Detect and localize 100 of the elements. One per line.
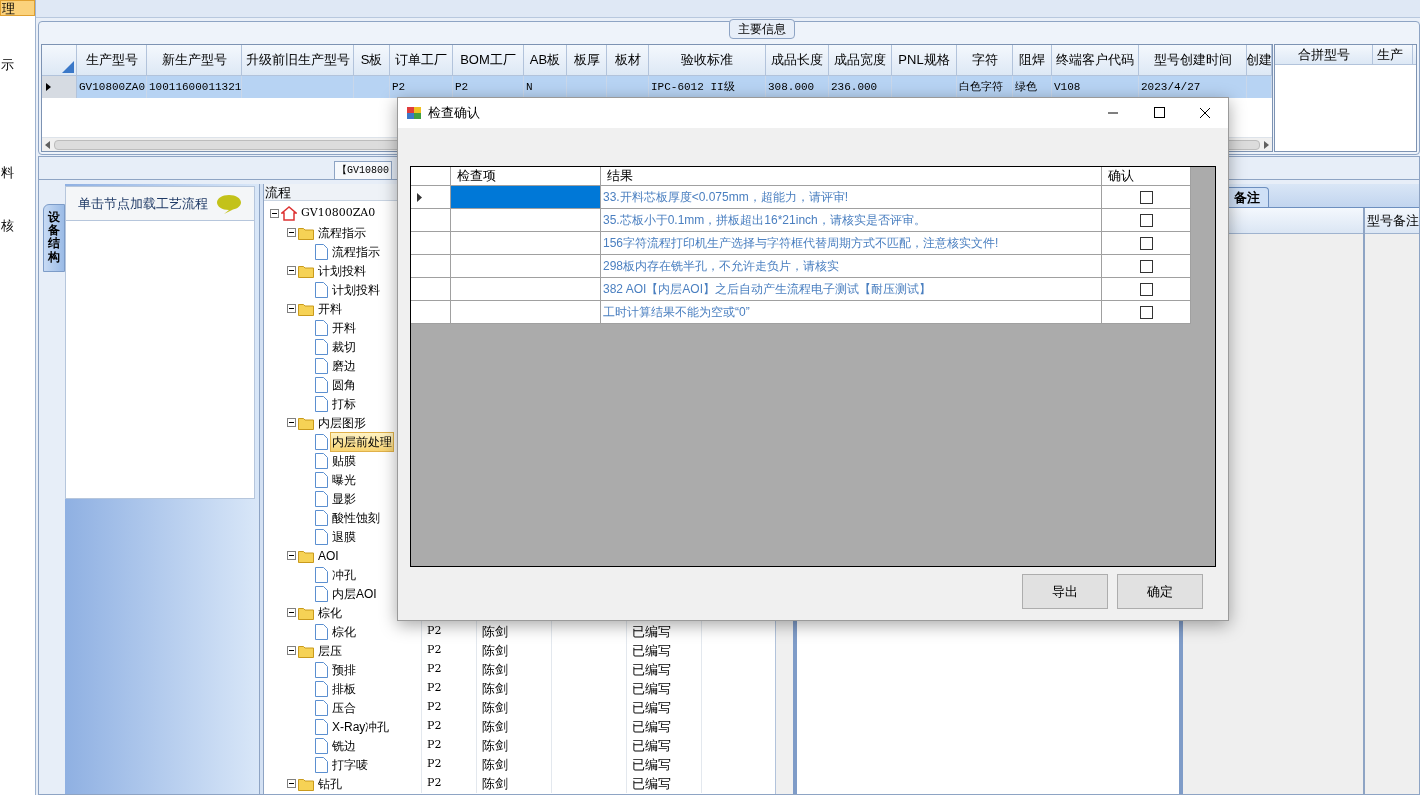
- tree-node[interactable]: 层压: [316, 640, 344, 661]
- tree-node[interactable]: 排板: [330, 678, 358, 699]
- column-header[interactable]: 阻焊: [1013, 45, 1052, 75]
- column-header[interactable]: 流程: [264, 184, 291, 200]
- nav-item[interactable]: 核: [0, 218, 35, 234]
- column-header[interactable]: 订单工厂: [390, 45, 453, 75]
- nav-item[interactable]: 料: [0, 165, 35, 181]
- column-header[interactable]: 合拼型号: [1275, 45, 1373, 64]
- tree-node[interactable]: 打字唛: [330, 754, 370, 775]
- tree-node[interactable]: 内层AOI: [330, 583, 379, 604]
- house-icon: [281, 206, 297, 221]
- document-icon: [315, 718, 328, 735]
- folder-icon: [298, 548, 314, 563]
- column-header[interactable]: 板材: [607, 45, 649, 75]
- column-header[interactable]: 终端客户代码: [1052, 45, 1139, 75]
- tree-node[interactable]: 计划投料: [330, 279, 382, 300]
- table-cell-text: N: [526, 79, 533, 95]
- collapse-icon[interactable]: [287, 779, 296, 788]
- column-header[interactable]: 生产型号: [77, 45, 147, 75]
- table-cell-text: 308.000: [768, 79, 815, 95]
- tree-node[interactable]: 开料: [330, 317, 358, 338]
- tree-node[interactable]: 流程指示: [316, 222, 368, 243]
- table-cell-text: IPC-6012 II级: [651, 79, 735, 95]
- checkbox[interactable]: [1139, 236, 1153, 250]
- column-header[interactable]: 生产: [1373, 45, 1413, 64]
- collapse-icon[interactable]: [287, 418, 296, 427]
- column-header[interactable]: 确认: [1102, 167, 1191, 185]
- document-icon: [315, 623, 328, 640]
- column-header[interactable]: 字符: [957, 45, 1013, 75]
- tree-node[interactable]: 显影: [330, 488, 358, 509]
- table-cell-text: 已编写: [632, 622, 671, 641]
- table-cell-text: 陈剑: [482, 641, 508, 660]
- tree-node[interactable]: 裁切: [330, 336, 358, 357]
- column-header[interactable]: 型号创建时间: [1139, 45, 1247, 75]
- checkbox[interactable]: [1139, 213, 1153, 227]
- nav-item[interactable]: 示: [0, 57, 35, 73]
- table-row[interactable]: GV10800ZA0 10011600011321 P2 P2 N IPC-6012 II级 308.000 236.000 白色字符 绿色 V108 2023/4/27: [42, 76, 1272, 98]
- table-cell-text: 陈剑: [482, 698, 508, 717]
- collapse-icon[interactable]: [287, 266, 296, 275]
- select-all-icon[interactable]: [62, 61, 74, 73]
- column-header[interactable]: 成品长度: [766, 45, 829, 75]
- table-cell-text: 已编写: [632, 774, 671, 793]
- dialog-button[interactable]: 导出: [1022, 574, 1108, 609]
- document-icon: [315, 490, 328, 507]
- checkbox[interactable]: [1139, 190, 1153, 204]
- tree-node[interactable]: 打标: [330, 393, 358, 414]
- side-tab[interactable]: 设备结构: [43, 204, 65, 272]
- scroll-right-icon[interactable]: [1264, 140, 1269, 149]
- table-cell-text: 10011600011321: [149, 79, 241, 95]
- collapse-icon[interactable]: [287, 608, 296, 617]
- tree-node[interactable]: 退膜: [330, 526, 358, 547]
- document-icon: [315, 566, 328, 583]
- checkbox[interactable]: [1139, 305, 1153, 319]
- collapse-icon[interactable]: [287, 228, 296, 237]
- tree-node[interactable]: 铣边: [330, 735, 358, 756]
- column-header[interactable]: 板厚: [567, 45, 607, 75]
- column-header[interactable]: 验收标准: [649, 45, 766, 75]
- document-tab[interactable]: 【GV10800: [334, 161, 392, 179]
- tree-node[interactable]: 棕化: [316, 602, 344, 623]
- dialog-button[interactable]: 确定: [1117, 574, 1203, 609]
- table-cell-text: 陈剑: [482, 755, 508, 774]
- column-header[interactable]: S板: [354, 45, 390, 75]
- column-header[interactable]: AB板: [524, 45, 567, 75]
- collapse-icon[interactable]: [287, 304, 296, 313]
- tree-node[interactable]: 钻孔: [316, 773, 344, 794]
- tree-node[interactable]: 圆角: [330, 374, 358, 395]
- collapse-icon[interactable]: [287, 646, 296, 655]
- tree-node[interactable]: 计划投料: [316, 260, 368, 281]
- checkbox[interactable]: [1139, 259, 1153, 273]
- document-icon: [315, 585, 328, 602]
- column-header[interactable]: BOM工厂: [453, 45, 524, 75]
- tree-node[interactable]: 曝光: [330, 469, 358, 490]
- tree-node[interactable]: 压合: [330, 697, 358, 718]
- tree-node[interactable]: 酸性蚀刻: [330, 507, 382, 528]
- checkbox[interactable]: [1139, 282, 1153, 296]
- tree-node[interactable]: 冲孔: [330, 564, 358, 585]
- tree-node[interactable]: 贴膜: [330, 450, 358, 471]
- tree-node[interactable]: 棕化: [330, 621, 358, 642]
- tree-node[interactable]: 流程指示: [330, 241, 382, 262]
- tree-node[interactable]: GV10800ZA0: [299, 204, 378, 223]
- nav-item[interactable]: 理: [0, 0, 35, 16]
- tree-node[interactable]: 开料: [316, 298, 344, 319]
- tree-node[interactable]: AOI: [316, 545, 341, 566]
- collapse-icon[interactable]: [270, 209, 279, 218]
- column-header[interactable]: 升级前旧生产型号: [242, 45, 354, 75]
- folder-icon: [298, 605, 314, 620]
- column-header[interactable]: 成品宽度: [829, 45, 892, 75]
- collapse-icon[interactable]: [287, 551, 296, 560]
- table-cell-text: 2023/4/27: [1141, 79, 1201, 95]
- scroll-left-icon[interactable]: [45, 140, 50, 149]
- tree-node[interactable]: 预排: [330, 659, 358, 680]
- tree-node[interactable]: 磨边: [330, 355, 358, 376]
- column-header[interactable]: PNL规格: [892, 45, 957, 75]
- column-header[interactable]: 结果: [601, 167, 1102, 185]
- table-cell: P2: [427, 699, 442, 716]
- column-header[interactable]: 新生产型号: [147, 45, 242, 75]
- column-header[interactable]: 检查项: [451, 167, 601, 185]
- tree-node[interactable]: 内层前处理: [330, 431, 394, 452]
- tree-node[interactable]: 内层图形: [316, 412, 368, 433]
- tree-node[interactable]: X-Ray冲孔: [330, 716, 392, 737]
